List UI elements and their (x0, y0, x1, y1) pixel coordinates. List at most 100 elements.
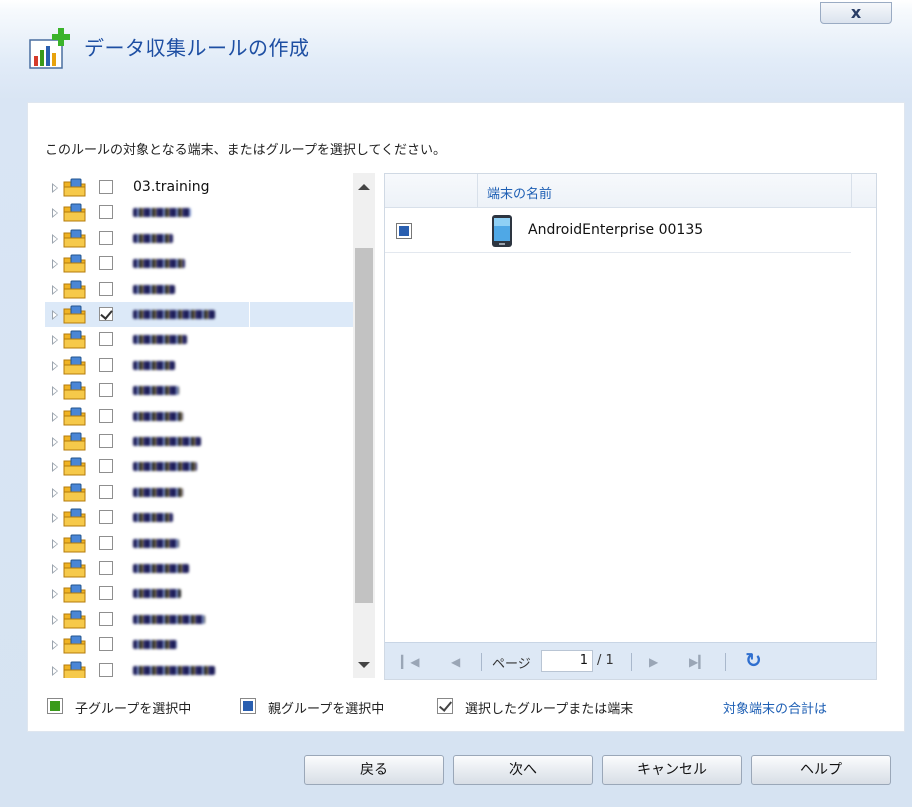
cancel-button[interactable]: キャンセル (602, 755, 742, 785)
expand-arrow-icon[interactable] (52, 538, 58, 549)
tree-item[interactable] (45, 556, 353, 581)
tree-item-checkbox[interactable] (99, 256, 113, 271)
tree-item-checkbox[interactable] (99, 434, 113, 448)
android-phone-icon (492, 215, 512, 247)
tree-item[interactable] (45, 454, 353, 479)
tree-item-checkbox[interactable] (99, 205, 113, 220)
expand-arrow-icon[interactable] (52, 411, 58, 422)
tree-item[interactable] (45, 531, 353, 556)
tree-item[interactable] (45, 505, 353, 530)
obscured-group-name (133, 233, 173, 243)
next-page-icon[interactable]: ▶ (649, 655, 658, 669)
tree-item[interactable]: 03.training (45, 175, 353, 200)
tree-item[interactable] (45, 607, 353, 632)
tree-item[interactable] (45, 632, 353, 657)
tree-item[interactable] (45, 251, 353, 276)
row-select-checkbox[interactable] (396, 223, 412, 239)
expand-arrow-icon[interactable] (52, 386, 58, 397)
expand-arrow-icon[interactable] (52, 564, 58, 574)
tree-item-checkbox[interactable] (99, 611, 113, 626)
grid-header: 端末の名前 (385, 174, 876, 208)
tree-item[interactable] (45, 353, 353, 378)
column-separator (851, 174, 852, 208)
tree-item-checkbox[interactable] (99, 332, 113, 347)
expand-arrow-icon[interactable] (52, 589, 58, 600)
tree-item[interactable] (45, 302, 353, 327)
tree-item[interactable] (45, 404, 353, 429)
tree-item-checkbox[interactable] (99, 459, 113, 474)
tree-item-checkbox[interactable] (99, 180, 113, 194)
first-page-icon[interactable]: ▎◀ (401, 655, 419, 669)
close-button[interactable]: x (820, 2, 892, 24)
tree-item-checkbox[interactable] (99, 230, 113, 245)
obscured-group-name (133, 437, 201, 446)
expand-arrow-icon[interactable] (52, 335, 58, 346)
group-tree: 03.training (45, 173, 375, 678)
table-row[interactable]: AndroidEnterprise 00135 (385, 209, 851, 253)
help-button[interactable]: ヘルプ (751, 755, 891, 785)
tree-item[interactable] (45, 200, 353, 225)
rule-chart-add-icon (29, 28, 70, 69)
expand-arrow-icon[interactable] (52, 233, 58, 244)
obscured-group-name (133, 259, 185, 269)
device-name: AndroidEnterprise 00135 (528, 222, 704, 238)
scroll-thumb[interactable] (355, 248, 373, 603)
expand-arrow-icon[interactable] (52, 259, 58, 270)
tree-item[interactable] (45, 226, 353, 251)
checked-swatch-icon (437, 698, 453, 714)
tree-item-label: 03.training (133, 179, 210, 195)
group-folder-icon (63, 457, 87, 476)
group-folder-icon (63, 635, 87, 654)
tree-item[interactable] (45, 378, 353, 403)
child-group-swatch-icon (47, 698, 63, 714)
tree-item-checkbox[interactable] (99, 484, 113, 499)
scroll-up-icon[interactable] (358, 184, 370, 190)
expand-arrow-icon[interactable] (52, 513, 58, 524)
tree-item-checkbox[interactable] (99, 586, 113, 601)
last-page-icon[interactable]: ▶▎ (689, 655, 707, 669)
next-button[interactable]: 次へ (453, 755, 593, 785)
expand-arrow-icon[interactable] (52, 360, 58, 371)
expand-arrow-icon[interactable] (52, 665, 58, 676)
tree-item-checkbox[interactable] (99, 307, 113, 321)
expand-arrow-icon[interactable] (52, 284, 58, 295)
expand-arrow-icon[interactable] (52, 310, 58, 320)
total-devices-link[interactable]: 対象端末の合計は (723, 698, 827, 717)
tree-item[interactable] (45, 581, 353, 606)
tree-item[interactable] (45, 327, 353, 352)
expand-arrow-icon[interactable] (52, 183, 58, 193)
expand-arrow-icon[interactable] (52, 614, 58, 625)
column-header-device-name[interactable]: 端末の名前 (487, 183, 552, 202)
expand-arrow-icon[interactable] (52, 640, 58, 651)
expand-arrow-icon[interactable] (52, 487, 58, 498)
tree-item[interactable] (45, 658, 353, 678)
tree-item-checkbox[interactable] (99, 408, 113, 423)
tree-item[interactable] (45, 277, 353, 302)
tree-item-checkbox[interactable] (99, 637, 113, 652)
back-button[interactable]: 戻る (304, 755, 444, 785)
obscured-group-name (133, 538, 179, 548)
page-number-input[interactable]: 1 (541, 650, 593, 672)
obscured-group-name (133, 208, 191, 218)
group-folder-icon (63, 178, 87, 197)
obscured-group-name (133, 411, 183, 421)
refresh-icon[interactable]: ↻ (745, 650, 762, 670)
tree-scrollbar[interactable] (353, 173, 375, 678)
tree-item-checkbox[interactable] (99, 383, 113, 398)
expand-arrow-icon[interactable] (52, 462, 58, 473)
tree-item[interactable] (45, 429, 353, 454)
obscured-group-name (133, 386, 179, 396)
tree-item-checkbox[interactable] (99, 662, 113, 677)
tree-item-checkbox[interactable] (99, 281, 113, 296)
scroll-down-icon[interactable] (358, 662, 370, 668)
dialog-title: データ収集ルールの作成 (84, 36, 310, 60)
prev-page-icon[interactable]: ◀ (451, 655, 460, 669)
tree-item-checkbox[interactable] (99, 357, 113, 372)
tree-item-checkbox[interactable] (99, 561, 113, 575)
tree-item[interactable] (45, 480, 353, 505)
expand-arrow-icon[interactable] (52, 437, 58, 447)
expand-arrow-icon[interactable] (52, 208, 58, 219)
tree-item-checkbox[interactable] (99, 535, 113, 550)
obscured-group-name (133, 462, 197, 472)
tree-item-checkbox[interactable] (99, 510, 113, 525)
